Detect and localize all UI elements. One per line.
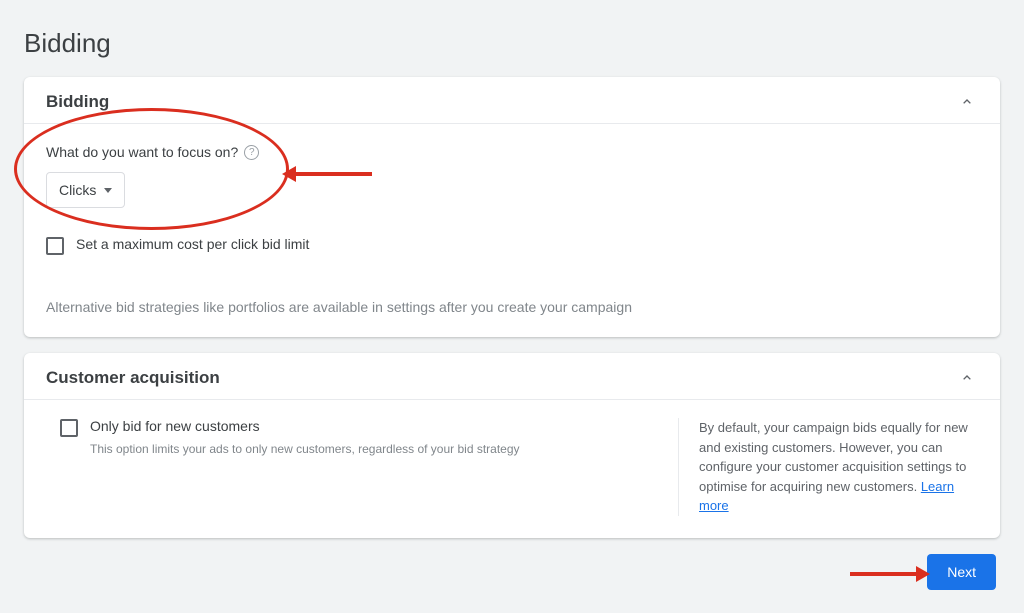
- customer-side-panel: By default, your campaign bids equally f…: [678, 418, 978, 516]
- focus-label: What do you want to focus on?: [46, 144, 238, 160]
- collapse-toggle-bidding[interactable]: [956, 91, 978, 113]
- customer-left-column: Only bid for new customers This option l…: [46, 418, 678, 516]
- annotation-arrow-next: [850, 566, 930, 582]
- footer-row: Next: [24, 554, 1000, 590]
- focus-label-row: What do you want to focus on? ?: [46, 144, 978, 160]
- next-button[interactable]: Next: [927, 554, 996, 590]
- focus-dropdown[interactable]: Clicks: [46, 172, 125, 208]
- annotation-arrow-bidding: [282, 166, 372, 182]
- collapse-toggle-customer[interactable]: [956, 367, 978, 389]
- chevron-up-icon: [959, 370, 975, 386]
- caret-down-icon: [104, 188, 112, 193]
- chevron-up-icon: [959, 94, 975, 110]
- focus-dropdown-value: Clicks: [59, 182, 96, 198]
- customer-card-title: Customer acquisition: [46, 368, 220, 388]
- only-new-label: Only bid for new customers: [90, 418, 520, 434]
- bidding-card-header: Bidding: [24, 77, 1000, 124]
- only-new-row: Only bid for new customers This option l…: [46, 418, 658, 456]
- max-cpc-checkbox[interactable]: [46, 237, 64, 255]
- customer-acquisition-card: Customer acquisition Only bid for new cu…: [24, 353, 1000, 538]
- customer-card-header: Customer acquisition: [24, 353, 1000, 400]
- page-title: Bidding: [24, 28, 1000, 59]
- only-new-checkbox[interactable]: [60, 419, 78, 437]
- bidding-card-body: What do you want to focus on? ? Clicks S…: [24, 124, 1000, 337]
- bidding-card-title: Bidding: [46, 92, 109, 112]
- bidding-card: Bidding What do you want to focus on? ? …: [24, 77, 1000, 337]
- only-new-desc: This option limits your ads to only new …: [90, 442, 520, 456]
- max-cpc-label: Set a maximum cost per click bid limit: [76, 236, 309, 252]
- alt-strategies-note: Alternative bid strategies like portfoli…: [46, 299, 978, 315]
- max-cpc-row: Set a maximum cost per click bid limit: [46, 236, 978, 255]
- customer-card-body: Only bid for new customers This option l…: [24, 400, 1000, 538]
- help-icon[interactable]: ?: [244, 145, 259, 160]
- annotation-ellipse: [14, 108, 289, 230]
